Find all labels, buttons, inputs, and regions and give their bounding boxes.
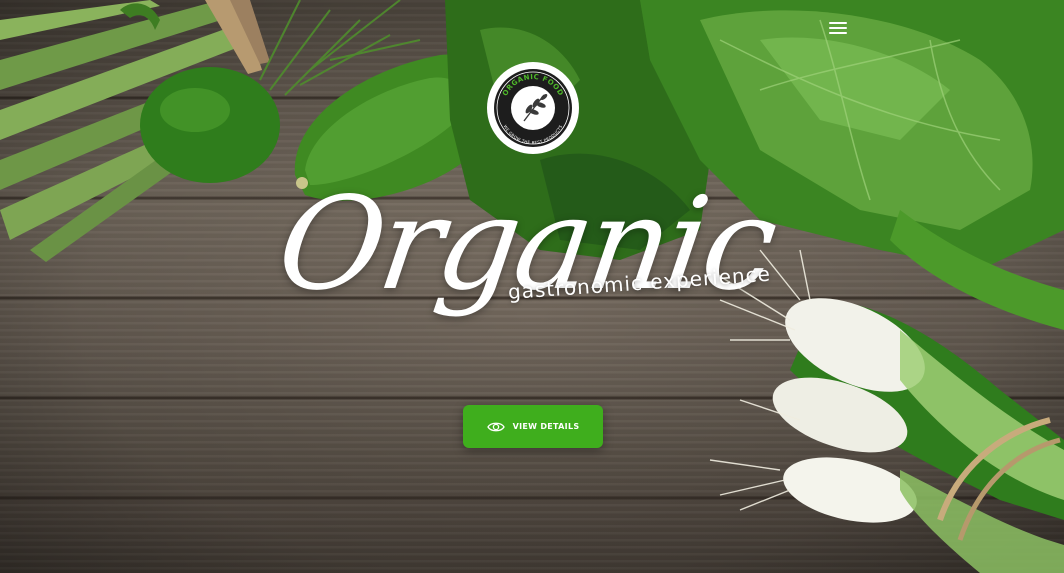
eye-icon: [486, 422, 505, 431]
hamburger-menu-icon[interactable]: [829, 20, 847, 36]
menu-line: [829, 32, 847, 34]
menu-line: [829, 22, 847, 24]
organic-food-logo[interactable]: ORGANIC FOOD WE GROW THE BEST PRODUCTS: [484, 59, 582, 157]
view-details-button[interactable]: VIEW DETAILS: [463, 405, 603, 448]
hero-wordmark: Organic gastronomic experience: [270, 170, 782, 370]
hero-background: ORGANIC FOOD WE GROW THE BEST PRODUCTS O…: [0, 0, 1064, 573]
menu-line: [829, 27, 847, 29]
view-details-label: VIEW DETAILS: [512, 422, 580, 431]
